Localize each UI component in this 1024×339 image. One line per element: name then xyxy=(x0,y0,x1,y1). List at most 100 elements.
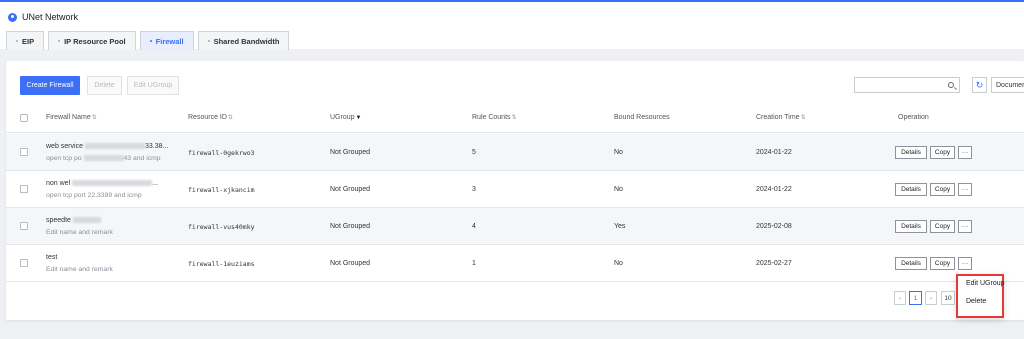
more-actions-button[interactable]: ··· xyxy=(958,257,972,270)
header-label: Rule Counts xyxy=(472,114,511,121)
copy-button[interactable]: Copy xyxy=(930,146,955,159)
redacted-text xyxy=(72,180,153,187)
menu-item-edit-ugroup[interactable]: Edit UGroup xyxy=(966,280,1005,287)
resource-id[interactable]: firewall-xjkancim xyxy=(188,186,255,194)
header-firewall-name[interactable]: Firewall Name⇅ xyxy=(46,114,97,121)
creation-time: 2025-02-08 xyxy=(756,223,792,230)
more-actions-button[interactable]: ··· xyxy=(958,146,972,159)
redacted-text xyxy=(84,143,145,150)
table-row[interactable]: speedte Edit name and remark firewall-vu… xyxy=(6,208,1024,245)
menu-item-delete[interactable]: Delete xyxy=(966,298,986,305)
firewall-name[interactable]: speedte xyxy=(46,217,101,224)
sort-icon[interactable]: ⇅ xyxy=(801,114,806,121)
ugroup-value: Not Grouped xyxy=(330,186,371,193)
page-size-select[interactable]: 10 xyxy=(941,291,955,305)
details-button[interactable]: Details xyxy=(895,220,927,233)
tab-dot-icon xyxy=(207,40,210,42)
pagination-page-1[interactable]: 1 xyxy=(909,291,922,305)
redacted-text xyxy=(83,155,124,162)
table-row[interactable]: test Edit name and remark firewall-1euzi… xyxy=(6,245,1024,282)
tab-label: Firewall xyxy=(155,36,184,46)
bound-resources: Yes xyxy=(614,223,626,230)
name-tail-text: 33.38... xyxy=(144,143,169,150)
sort-icon[interactable]: ⇅ xyxy=(92,114,97,121)
more-actions-button[interactable]: ··· xyxy=(958,220,972,233)
header-label: Creation Time xyxy=(756,114,800,121)
firewall-remark[interactable]: open tcp port 22,3389 and icmp xyxy=(46,192,142,199)
creation-time: 2024-01-22 xyxy=(756,186,792,193)
name-tail-text: ... xyxy=(152,180,158,187)
refresh-icon: ↻ xyxy=(975,79,984,90)
row-checkbox[interactable] xyxy=(20,148,28,156)
tab-firewall[interactable]: Firewall xyxy=(139,31,194,50)
more-actions-button[interactable]: ··· xyxy=(958,183,972,196)
rule-count: 3 xyxy=(472,186,476,193)
details-button[interactable]: Details xyxy=(895,257,927,270)
delete-button[interactable]: Delete xyxy=(87,76,122,95)
tab-ip-resource-pool[interactable]: IP Resource Pool xyxy=(48,31,136,50)
firewall-remark[interactable]: Edit name and remark xyxy=(46,266,113,273)
search-input[interactable] xyxy=(854,77,960,93)
header-bound-resources: Bound Resources xyxy=(614,114,670,121)
documentation-button[interactable]: Documer xyxy=(991,77,1024,93)
tab-label: EIP xyxy=(22,36,35,46)
remark-tail-text: 43 and icmp xyxy=(123,155,161,162)
bound-resources: No xyxy=(614,186,623,193)
pagination-prev[interactable]: ‹ xyxy=(894,291,906,305)
rule-count: 4 xyxy=(472,223,476,230)
unet-logo-icon xyxy=(8,13,17,22)
header-label: Resource ID xyxy=(188,114,227,121)
header-creation-time[interactable]: Creation Time⇅ xyxy=(756,114,806,121)
ugroup-value: Not Grouped xyxy=(330,260,371,267)
copy-button[interactable]: Copy xyxy=(930,183,955,196)
create-firewall-button[interactable]: Create Firewall xyxy=(20,76,80,95)
header-label: UGroup xyxy=(330,114,355,121)
details-button[interactable]: Details xyxy=(895,146,927,159)
row-checkbox[interactable] xyxy=(20,222,28,230)
name-text: non wel xyxy=(46,180,71,187)
edit-ugroup-button[interactable]: Edit UGroup xyxy=(127,76,179,95)
table-header: Firewall Name⇅ Resource ID⇅ UGroup▼ Rule… xyxy=(6,103,1024,133)
rule-count: 5 xyxy=(472,149,476,156)
filter-icon[interactable]: ▼ xyxy=(356,115,362,121)
header-ugroup[interactable]: UGroup▼ xyxy=(330,114,361,121)
more-actions-menu: Edit UGroup Delete xyxy=(956,274,1005,318)
copy-button[interactable]: Copy xyxy=(930,220,955,233)
tab-label: IP Resource Pool xyxy=(64,36,126,46)
refresh-button[interactable]: ↻ xyxy=(972,77,987,93)
tab-shared-bandwidth[interactable]: Shared Bandwidth xyxy=(197,31,290,50)
select-all-checkbox[interactable] xyxy=(20,114,28,122)
firewall-name[interactable]: non wel... xyxy=(46,180,158,187)
firewall-remark[interactable]: open tcp po 43 and icmp xyxy=(46,155,161,162)
sort-icon[interactable]: ⇅ xyxy=(512,114,517,121)
row-checkbox[interactable] xyxy=(20,185,28,193)
tab-eip[interactable]: EIP xyxy=(6,31,45,50)
search-icon[interactable] xyxy=(948,82,954,88)
row-checkbox[interactable] xyxy=(20,259,28,267)
resource-id[interactable]: firewall-vus40mky xyxy=(188,223,255,231)
ugroup-value: Not Grouped xyxy=(330,149,371,156)
resource-id[interactable]: firewall-0gekrwo3 xyxy=(188,149,255,157)
header-rule-counts[interactable]: Rule Counts⇅ xyxy=(472,114,517,121)
pagination-next[interactable]: › xyxy=(925,291,937,305)
header-label: Firewall Name xyxy=(46,114,91,121)
header-resource-id[interactable]: Resource ID⇅ xyxy=(188,114,233,121)
name-text: web service xyxy=(46,143,83,150)
details-button[interactable]: Details xyxy=(895,183,927,196)
page-header: UNet Network EIP IP Resource Pool Firewa… xyxy=(0,2,1024,50)
sort-icon[interactable]: ⇅ xyxy=(228,114,233,121)
firewall-remark[interactable]: Edit name and remark xyxy=(46,229,113,236)
table-row[interactable]: web service 33.38... open tcp po 43 and ic… xyxy=(6,134,1024,171)
remark-text: open tcp po xyxy=(46,155,82,162)
bound-resources: No xyxy=(614,260,623,267)
ugroup-value: Not Grouped xyxy=(330,223,371,230)
firewall-name[interactable]: test xyxy=(46,254,57,261)
tab-bar: EIP IP Resource Pool Firewall Shared Ban… xyxy=(6,31,290,50)
rule-count: 1 xyxy=(472,260,476,267)
firewall-name[interactable]: web service 33.38... xyxy=(46,143,168,150)
name-text: speedte xyxy=(46,217,71,224)
bound-resources: No xyxy=(614,149,623,156)
table-row[interactable]: non wel... open tcp port 22,3389 and icm… xyxy=(6,171,1024,208)
resource-id[interactable]: firewall-1euziams xyxy=(188,260,255,268)
copy-button[interactable]: Copy xyxy=(930,257,955,270)
